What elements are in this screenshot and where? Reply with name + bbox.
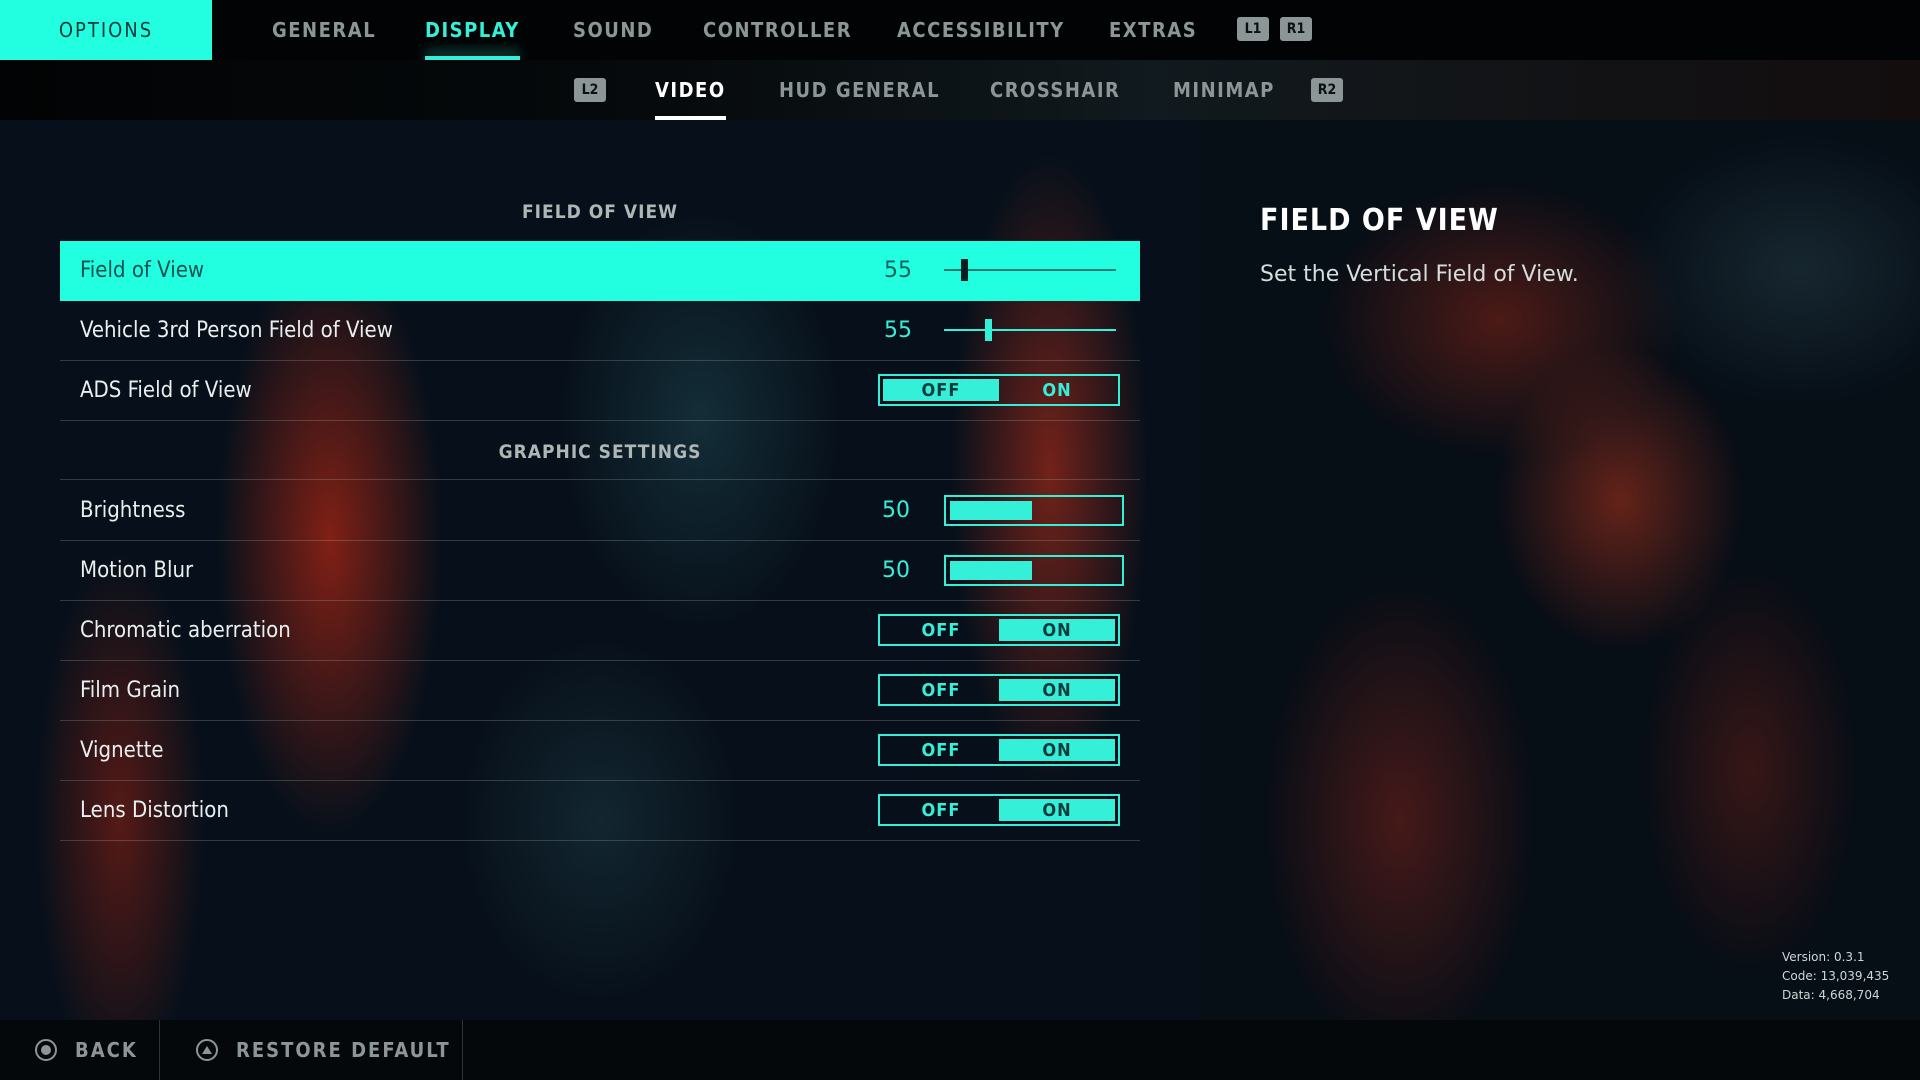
toggle-on[interactable]: ON <box>999 799 1115 821</box>
l1-button-icon[interactable]: L1 <box>1237 17 1269 41</box>
setting-value: 55 <box>884 318 912 343</box>
sub-nav-bar <box>0 60 1920 120</box>
tab-accessibility[interactable]: ACCESSIBILITY <box>897 0 1065 60</box>
setting-label: Vehicle 3rd Person Field of View <box>80 318 393 343</box>
setting-label: Lens Distortion <box>80 798 229 823</box>
setting-value: 50 <box>882 558 910 583</box>
help-panel-bg <box>1200 120 1920 1020</box>
vignette-toggle[interactable]: OFF ON <box>878 734 1120 766</box>
section-divider <box>60 421 1140 480</box>
footer-divider <box>159 1020 160 1080</box>
setting-row-film-grain[interactable]: Film Grain OFF ON <box>60 661 1140 721</box>
subtab-minimap[interactable]: MINIMAP <box>1173 60 1275 120</box>
version-label: Version: 0.3.1 <box>1782 950 1865 964</box>
toggle-off[interactable]: OFF <box>883 619 999 641</box>
ads-fov-toggle[interactable]: OFF ON <box>878 374 1120 406</box>
toggle-off[interactable]: OFF <box>883 679 999 701</box>
footer-divider <box>462 1020 463 1080</box>
brightness-slider[interactable] <box>944 495 1124 526</box>
setting-label: Motion Blur <box>80 558 194 583</box>
film-grain-toggle[interactable]: OFF ON <box>878 674 1120 706</box>
l2-button-icon[interactable]: L2 <box>574 78 606 102</box>
tab-general[interactable]: GENERAL <box>272 0 376 60</box>
options-title: OPTIONS <box>0 0 212 60</box>
subtab-video[interactable]: VIDEO <box>655 60 726 120</box>
restore-default-label: RESTORE DEFAULT <box>236 1038 451 1062</box>
back-button[interactable]: BACK <box>35 1020 138 1080</box>
r2-button-icon[interactable]: R2 <box>1311 78 1343 102</box>
setting-row-ads-fov[interactable]: ADS Field of View OFF ON <box>60 361 1140 421</box>
fov-slider[interactable] <box>944 259 1116 281</box>
slider-fill <box>950 501 1032 520</box>
setting-value: 50 <box>882 498 910 523</box>
slider-handle[interactable] <box>985 319 993 341</box>
slider-handle[interactable] <box>960 259 968 281</box>
version-info: Version: 0.3.1 Code: 13,039,435 Data: 4,… <box>1782 948 1889 1005</box>
r1-button-icon[interactable]: R1 <box>1280 17 1312 41</box>
help-title: FIELD OF VIEW <box>1260 203 1499 238</box>
data-label: Data: 4,668,704 <box>1782 988 1880 1002</box>
tab-controller[interactable]: CONTROLLER <box>703 0 852 60</box>
tab-display[interactable]: DISPLAY <box>425 0 520 60</box>
tab-extras[interactable]: EXTRAS <box>1109 0 1197 60</box>
setting-row-brightness[interactable]: Brightness 50 <box>60 481 1140 541</box>
setting-label: ADS Field of View <box>80 378 252 403</box>
setting-row-vehicle-fov[interactable]: Vehicle 3rd Person Field of View 55 <box>60 301 1140 361</box>
setting-row-vignette[interactable]: Vignette OFF ON <box>60 721 1140 781</box>
toggle-on[interactable]: ON <box>999 739 1115 761</box>
toggle-on[interactable]: ON <box>999 379 1115 401</box>
setting-label: Brightness <box>80 498 186 523</box>
section-header-fov: FIELD OF VIEW <box>521 201 679 223</box>
code-label: Code: 13,039,435 <box>1782 969 1890 983</box>
subtab-crosshair[interactable]: CROSSHAIR <box>990 60 1120 120</box>
setting-label: Vignette <box>80 738 164 763</box>
setting-label: Film Grain <box>80 678 180 703</box>
setting-row-chromatic-aberration[interactable]: Chromatic aberration OFF ON <box>60 601 1140 661</box>
triangle-button-icon <box>196 1039 218 1061</box>
toggle-on[interactable]: ON <box>999 679 1115 701</box>
setting-value: 55 <box>884 258 912 283</box>
toggle-on[interactable]: ON <box>999 619 1115 641</box>
tab-sound[interactable]: SOUND <box>573 0 653 60</box>
motion-blur-slider[interactable] <box>944 555 1124 586</box>
setting-label: Field of View <box>80 258 205 283</box>
slider-fill <box>950 561 1032 580</box>
toggle-off[interactable]: OFF <box>883 799 999 821</box>
subtab-hud-general[interactable]: HUD GENERAL <box>779 60 940 120</box>
setting-row-motion-blur[interactable]: Motion Blur 50 <box>60 541 1140 601</box>
circle-button-icon <box>35 1039 57 1061</box>
restore-default-button[interactable]: RESTORE DEFAULT <box>196 1020 451 1080</box>
vehicle-fov-slider[interactable] <box>944 319 1116 341</box>
back-label: BACK <box>75 1038 138 1062</box>
toggle-off[interactable]: OFF <box>883 379 999 401</box>
lens-distortion-toggle[interactable]: OFF ON <box>878 794 1120 826</box>
toggle-off[interactable]: OFF <box>883 739 999 761</box>
setting-label: Chromatic aberration <box>80 618 291 643</box>
help-description: Set the Vertical Field of View. <box>1260 262 1579 287</box>
setting-row-field-of-view[interactable]: Field of View 55 <box>60 241 1140 301</box>
chromatic-aberration-toggle[interactable]: OFF ON <box>878 614 1120 646</box>
setting-row-lens-distortion[interactable]: Lens Distortion OFF ON <box>60 781 1140 841</box>
